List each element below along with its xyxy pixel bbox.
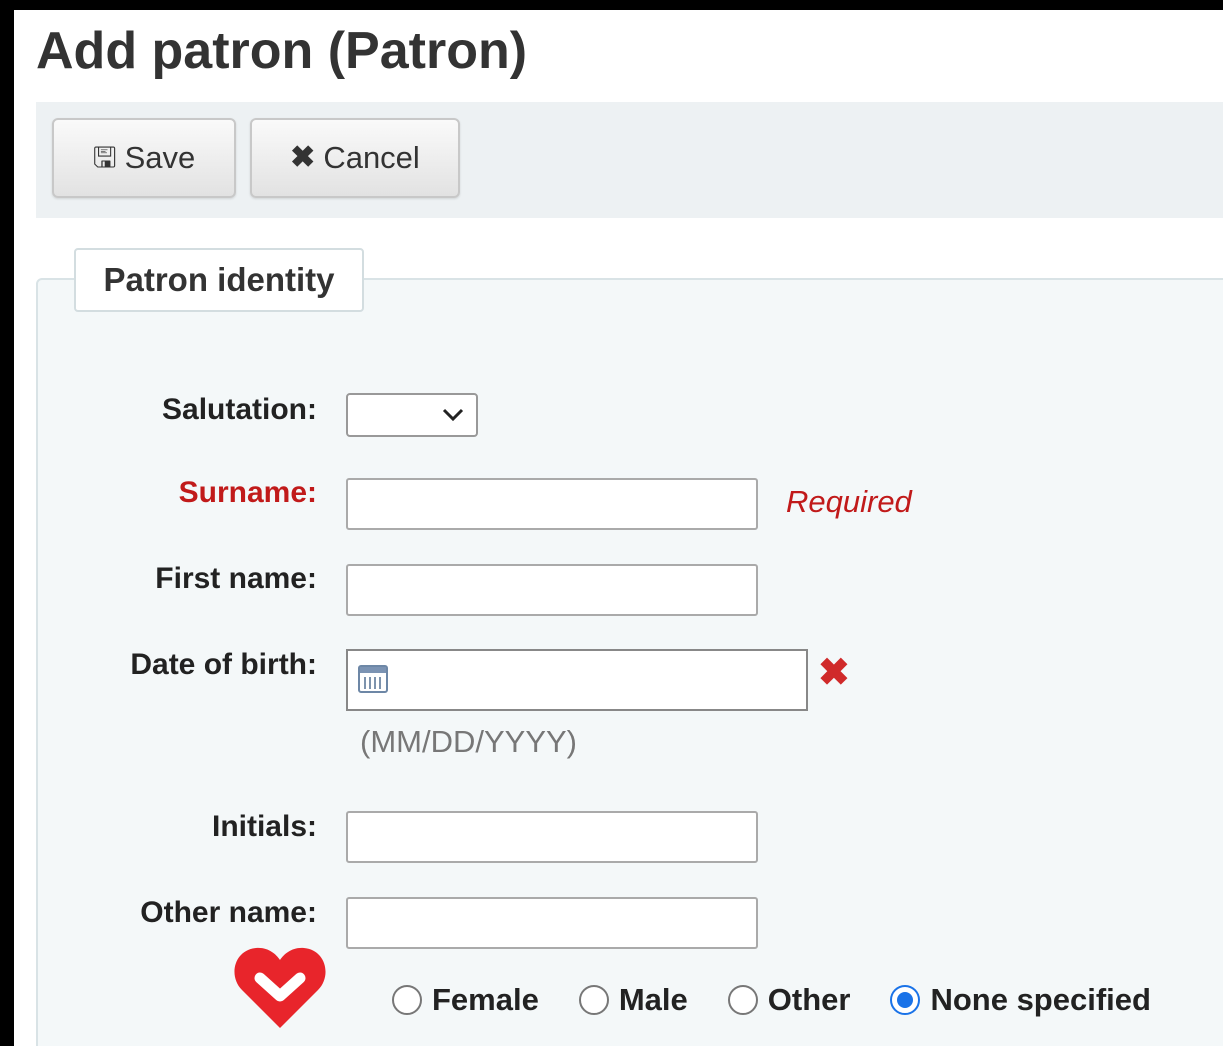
gender-option-male[interactable]: Male xyxy=(578,982,688,1018)
section-legend: Patron identity xyxy=(74,248,364,312)
salutation-label: Salutation: xyxy=(162,393,317,426)
toolbar: 🖫 Save ✖ Cancel xyxy=(36,102,1223,218)
female-label: Female xyxy=(432,982,539,1017)
surname-input[interactable] xyxy=(346,478,758,530)
cancel-button[interactable]: ✖ Cancel xyxy=(250,118,460,198)
date-of-birth-label: Date of birth: xyxy=(130,648,317,681)
chevron-down-icon xyxy=(442,408,464,422)
heart-icon xyxy=(234,947,326,1028)
clear-date-icon[interactable]: ✖ xyxy=(818,654,850,692)
floppy-disk-icon: 🖫 xyxy=(92,142,117,173)
save-button-label: Save xyxy=(124,140,196,175)
x-icon: ✖ xyxy=(290,141,316,174)
save-button[interactable]: 🖫 Save xyxy=(52,118,236,198)
salutation-select[interactable] xyxy=(346,393,478,437)
other-radio[interactable] xyxy=(727,985,758,1015)
male-radio[interactable] xyxy=(578,985,609,1015)
date-of-birth-input[interactable] xyxy=(346,649,808,711)
gender-option-female[interactable]: Female xyxy=(392,982,539,1018)
page-frame: Add patron (Patron) 🖫 Save ✖ Cancel Patr… xyxy=(14,10,1223,1046)
other-name-input[interactable] xyxy=(346,897,758,949)
initials-label: Initials: xyxy=(211,810,317,843)
cancel-button-label: Cancel xyxy=(323,140,420,175)
gender-radio-group: Female Male Other None specified xyxy=(392,982,1151,1018)
first-name-label: First name: xyxy=(155,562,317,595)
gender-option-other[interactable]: Other xyxy=(727,982,851,1018)
required-note: Required xyxy=(786,484,912,519)
surname-label: Surname: xyxy=(178,476,317,509)
other-label: Other xyxy=(767,982,851,1017)
other-name-label: Other name: xyxy=(140,896,317,929)
female-radio[interactable] xyxy=(392,985,422,1015)
calendar-icon[interactable] xyxy=(358,665,388,693)
male-label: Male xyxy=(618,982,688,1017)
page-title: Add patron (Patron) xyxy=(36,22,528,80)
gender-option-none-specified[interactable]: None specified xyxy=(890,982,1151,1018)
none-specified-radio[interactable] xyxy=(890,985,921,1015)
none-specified-label: None specified xyxy=(930,982,1151,1017)
first-name-input[interactable] xyxy=(346,564,758,616)
date-format-hint: (MM/DD/YYYY) xyxy=(360,724,577,759)
initials-input[interactable] xyxy=(346,811,758,863)
